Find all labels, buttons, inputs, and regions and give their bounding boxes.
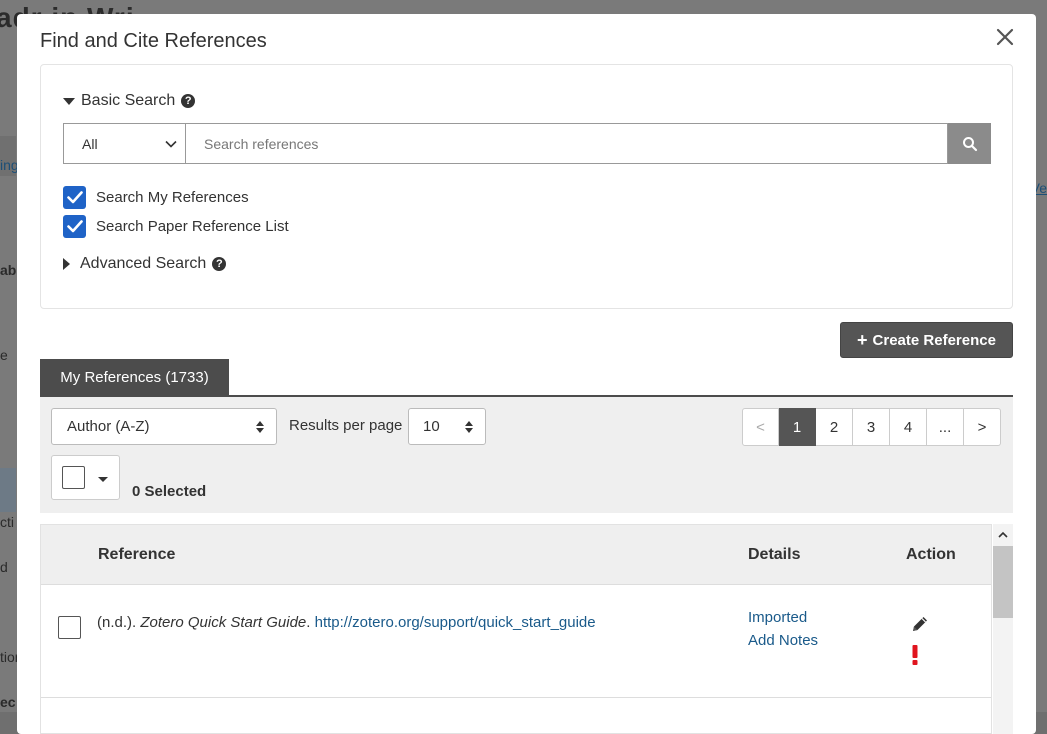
advanced-search-label: Advanced Search: [80, 255, 207, 272]
tab-my-references[interactable]: My References (1733): [40, 359, 229, 395]
column-header-reference[interactable]: Reference: [98, 546, 175, 564]
checkmark-icon: [66, 191, 83, 204]
chevron-down-icon: [165, 140, 177, 148]
pagination: < 1 2 3 4 ... >: [742, 408, 1001, 446]
background-fragment: ab: [0, 262, 17, 278]
checkbox-checked[interactable]: [63, 215, 86, 238]
reference-citation: (n.d.). Zotero Quick Start Guide. http:/…: [97, 614, 596, 631]
search-input[interactable]: [185, 123, 948, 164]
modal-title: Find and Cite References: [40, 30, 267, 52]
background-fragment: cti: [0, 514, 14, 530]
citation-separator: .: [306, 614, 315, 631]
checkbox-checked[interactable]: [63, 186, 86, 209]
basic-search-toggle[interactable]: Basic Search ?: [63, 92, 196, 110]
page-button-1[interactable]: 1: [779, 408, 816, 446]
page-ellipsis[interactable]: ...: [927, 408, 964, 446]
citation-url-link[interactable]: http://zotero.org/support/quick_start_gu…: [315, 614, 596, 631]
caret-down-icon: [98, 477, 108, 482]
results-per-page-value: 10: [423, 418, 440, 435]
create-reference-button[interactable]: + Create Reference: [840, 322, 1013, 358]
help-icon[interactable]: ?: [212, 257, 227, 271]
bulk-select-dropdown[interactable]: [51, 455, 120, 500]
search-scope-select[interactable]: All: [63, 123, 185, 164]
checkbox-label: Search My References: [96, 189, 249, 206]
references-table: Reference Details Action (n.d.). Zotero …: [40, 524, 992, 734]
page-button-3[interactable]: 3: [853, 408, 890, 446]
results-per-page-select[interactable]: 10: [408, 408, 486, 445]
search-icon: [962, 136, 977, 151]
search-paper-reference-list-option[interactable]: Search Paper Reference List: [63, 215, 289, 238]
results-toolbar: Author (A-Z) Results per page 10 < 1 2 3…: [40, 397, 1013, 513]
search-button[interactable]: [948, 123, 991, 164]
caret-down-icon: [63, 97, 75, 105]
table-row: (n.d.). Zotero Quick Start Guide. http:/…: [41, 585, 991, 698]
page-prev-button[interactable]: <: [742, 408, 779, 446]
checkbox-label: Search Paper Reference List: [96, 218, 289, 235]
select-all-checkbox[interactable]: [62, 466, 85, 489]
pencil-icon[interactable]: [910, 614, 930, 634]
column-header-details: Details: [748, 546, 801, 563]
background-fragment: ec: [0, 694, 16, 710]
page-button-2[interactable]: 2: [816, 408, 853, 446]
search-scope-value: All: [82, 135, 98, 152]
page-button-4[interactable]: 4: [890, 408, 927, 446]
scroll-up-icon[interactable]: [998, 530, 1008, 540]
find-cite-modal: Find and Cite References Basic Search ? …: [17, 14, 1036, 734]
selected-count: 0 Selected: [132, 483, 207, 500]
select-arrows-icon: [256, 420, 264, 433]
background-fragment: e: [0, 347, 8, 363]
advanced-search-toggle[interactable]: Advanced Search ?: [63, 255, 227, 273]
sort-value: Author (A-Z): [67, 418, 150, 435]
background-fragment: ing: [0, 157, 19, 173]
column-header-action: Action: [906, 546, 956, 563]
search-row: All: [63, 123, 991, 164]
warning-icon[interactable]: [911, 645, 919, 665]
add-notes-link[interactable]: Add Notes: [748, 632, 818, 649]
page-next-button[interactable]: >: [964, 408, 1001, 446]
imported-link[interactable]: Imported: [748, 609, 807, 626]
table-scrollbar[interactable]: [993, 524, 1013, 734]
help-icon[interactable]: ?: [181, 94, 196, 108]
select-arrows-icon: [465, 420, 473, 433]
close-icon[interactable]: [992, 24, 1018, 50]
scrollbar-thumb[interactable]: [993, 546, 1013, 618]
sort-select[interactable]: Author (A-Z): [51, 408, 277, 445]
create-reference-label: Create Reference: [872, 331, 996, 349]
results-per-page-label: Results per page: [289, 417, 403, 434]
background-fragment: d: [0, 559, 8, 575]
citation-title: Zotero Quick Start Guide: [140, 614, 307, 631]
plus-icon: +: [857, 330, 868, 350]
background-band: [0, 468, 16, 512]
row-checkbox[interactable]: [58, 616, 81, 639]
table-header: Reference Details Action: [41, 525, 991, 585]
citation-prefix: (n.d.).: [97, 614, 141, 631]
caret-right-icon: [63, 258, 70, 270]
search-panel: Basic Search ? All Search My References …: [40, 64, 1013, 309]
search-my-references-option[interactable]: Search My References: [63, 186, 249, 209]
basic-search-label: Basic Search: [81, 92, 176, 109]
checkmark-icon: [66, 220, 83, 233]
